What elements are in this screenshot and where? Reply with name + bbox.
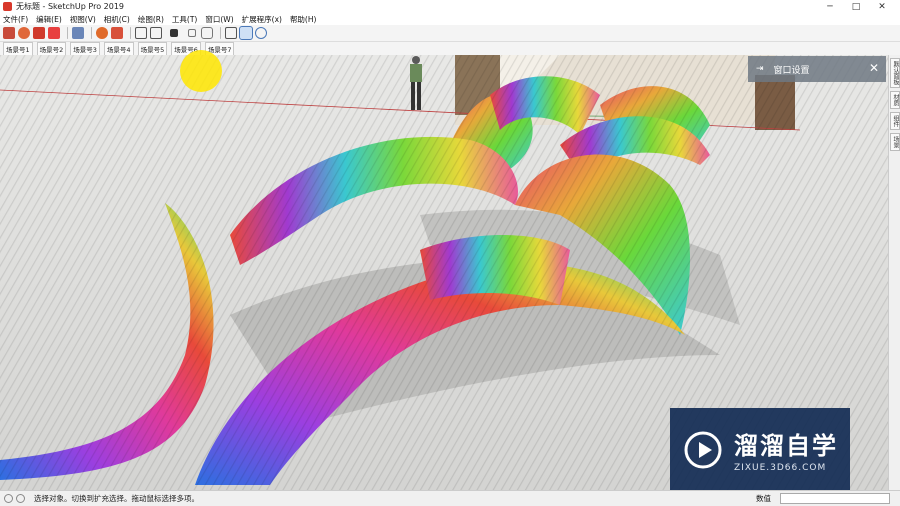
folder-icon[interactable] — [33, 27, 45, 39]
view-right-icon[interactable] — [201, 27, 213, 39]
menu-camera[interactable]: 相机(C) — [104, 14, 130, 25]
toolbar-divider — [67, 27, 68, 39]
user-icon[interactable] — [16, 494, 25, 503]
play-logo-icon — [684, 431, 722, 468]
house-icon[interactable] — [111, 27, 123, 39]
tag-icon[interactable] — [239, 26, 253, 40]
close-button[interactable]: ✕ — [868, 0, 896, 13]
window-title: 无标题 - SketchUp Pro 2019 — [16, 2, 124, 11]
sketchup-logo-icon — [3, 2, 12, 11]
menu-file[interactable]: 文件(F) — [3, 14, 28, 25]
view-front-icon[interactable] — [135, 27, 147, 39]
toolbar — [0, 25, 900, 42]
scenes-bar: 场景号1 场景号2 场景号3 场景号4 场景号5 场景号6 场景号7 — [0, 41, 900, 56]
tray-close-button[interactable]: ✕ — [869, 61, 879, 75]
tray-tab-default[interactable]: 默认面板 — [890, 58, 900, 88]
pin-icon[interactable]: ⇥ — [756, 64, 764, 74]
view-top-icon[interactable] — [170, 29, 178, 37]
right-tray-strip: 默认面板 材质 组件 场景 — [888, 55, 900, 490]
menu-window[interactable]: 窗口(W) — [205, 14, 233, 25]
watermark: 溜溜自学 ZIXUE.3D66.COM — [670, 408, 850, 491]
menu-bar: 文件(F) 编辑(E) 视图(V) 相机(C) 绘图(R) 工具(T) 窗口(W… — [0, 13, 900, 25]
view-back-icon[interactable] — [150, 27, 162, 39]
camera-icon[interactable] — [48, 27, 60, 39]
cursor-highlight — [180, 50, 222, 92]
minimize-button[interactable]: ─ — [816, 0, 844, 13]
measurements-input[interactable] — [780, 493, 890, 504]
status-text: 选择对象。切换到扩充选择。拖动鼠标选择多项。 — [34, 494, 199, 503]
eraser-icon[interactable] — [3, 27, 15, 39]
title-bar: 无标题 - SketchUp Pro 2019 ─ □ ✕ — [0, 0, 900, 13]
tray-tab-materials[interactable]: 材质 — [890, 91, 900, 109]
gear-icon[interactable] — [96, 27, 108, 39]
toolbar-divider — [130, 27, 131, 39]
scene-tab-5[interactable]: 场景号5 — [137, 41, 168, 56]
menu-tools[interactable]: 工具(T) — [172, 14, 197, 25]
scene-tab-1[interactable]: 场景号1 — [3, 41, 33, 56]
menu-extensions[interactable]: 扩展程序(x) — [242, 14, 282, 25]
toolbar-divider — [220, 27, 221, 39]
watermark-name: 溜溜自学 — [734, 432, 838, 460]
menu-edit[interactable]: 编辑(E) — [36, 14, 62, 25]
status-bar: 选择对象。切换到扩充选择。拖动鼠标选择多项。 数值 — [0, 490, 900, 506]
toolbar-divider — [91, 27, 92, 39]
tray-tab-components[interactable]: 组件 — [890, 112, 900, 130]
lock-icon[interactable] — [72, 27, 84, 39]
measurements-label: 数值 — [756, 494, 771, 503]
info-icon[interactable] — [4, 494, 13, 503]
maximize-button[interactable]: □ — [842, 0, 870, 13]
tray-panel-header[interactable]: ⇥ 窗口设置 ✕ — [748, 56, 886, 82]
zoom-icon[interactable] — [225, 27, 237, 39]
paint-icon[interactable] — [18, 27, 30, 39]
menu-draw[interactable]: 绘图(R) — [138, 14, 164, 25]
scene-tab-2[interactable]: 场景号2 — [36, 41, 67, 56]
view-left-icon[interactable] — [188, 29, 196, 37]
menu-help[interactable]: 帮助(H) — [290, 14, 317, 25]
scene-tab-3[interactable]: 场景号3 — [70, 41, 100, 56]
watermark-url: ZIXUE.3D66.COM — [734, 463, 827, 473]
tray-tab-scenes[interactable]: 场景 — [890, 133, 900, 151]
section-icon[interactable] — [255, 27, 267, 39]
scene-tab-4[interactable]: 场景号4 — [103, 41, 134, 56]
tray-panel-title: 窗口设置 — [773, 65, 810, 76]
menu-view[interactable]: 视图(V) — [70, 14, 96, 25]
